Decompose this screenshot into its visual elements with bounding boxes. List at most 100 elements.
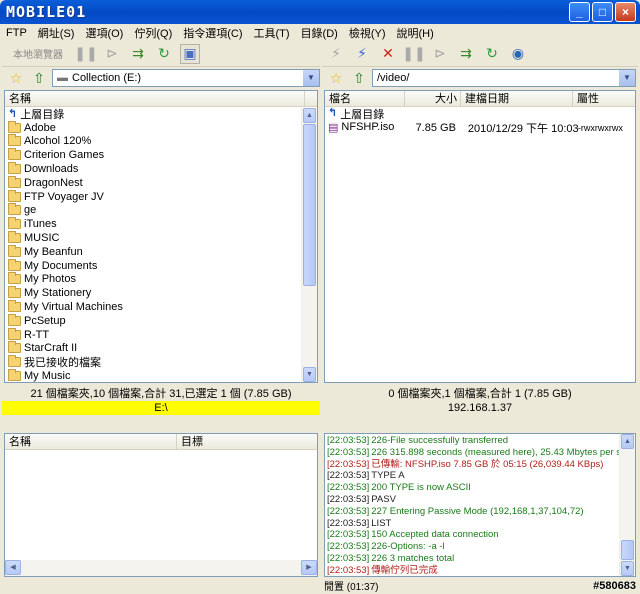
globe-icon[interactable]: ◉ <box>508 44 528 64</box>
chevron-down-icon[interactable]: ▼ <box>303 70 319 86</box>
folder-row[interactable]: My Photos <box>5 272 317 287</box>
menu-item[interactable]: 佇列(Q) <box>134 25 172 41</box>
folder-icon <box>8 258 21 271</box>
folder-row[interactable]: FTP Voyager JV <box>5 189 317 204</box>
scroll-right-arrow[interactable]: ▶ <box>301 560 317 575</box>
folder-row[interactable]: PcSetup <box>5 313 317 328</box>
skip-icon[interactable]: ⊳ <box>430 44 450 64</box>
skip-icon[interactable]: ⊳ <box>102 44 122 64</box>
remote-address-value: /video/ <box>377 72 410 84</box>
local-toolbar: 本地瀏覽器 ❚❚ ⊳ ⇉ ↻ ▣ <box>2 41 320 67</box>
log-message: 226 3 matches total <box>371 552 455 564</box>
transfer-icon[interactable]: ⇉ <box>128 44 148 64</box>
queue-column-target[interactable]: 目標 <box>177 434 317 450</box>
connect-icon[interactable]: ⚡ <box>326 44 346 64</box>
folder-row[interactable]: My Music <box>5 369 317 383</box>
folder-icon <box>8 148 21 161</box>
folder-row[interactable]: Criterion Games <box>5 148 317 162</box>
log-line: [22:03:53] 226-Options: -a -l <box>325 541 635 553</box>
folder-row[interactable]: Adobe <box>5 120 317 135</box>
favorite-star-icon[interactable]: ☆ <box>6 68 26 88</box>
menu-item[interactable]: 說明(H) <box>397 25 434 41</box>
queue-list[interactable]: 名稱 目標 ◀ ▶ <box>4 433 318 577</box>
scroll-down-arrow[interactable]: ▼ <box>303 367 316 382</box>
row-label: Adobe <box>24 121 56 134</box>
file-row[interactable]: ▤ NFSHP.iso 7.85 GB 2010/12/29 下午 10:03 -rwx… <box>325 121 635 135</box>
column-filename[interactable]: 檔名 <box>325 91 405 107</box>
remote-file-list[interactable]: 檔名 大小 建檔日期 屬性 ↰ 上層目錄 ▤ NFSHP.iso 7.85 GB 2010… <box>324 90 636 383</box>
folder-row[interactable]: iTunes <box>5 217 317 231</box>
folder-row[interactable]: 我已接收的檔案 <box>5 355 317 369</box>
row-label: R-TT <box>24 328 50 341</box>
file-date: 2010/12/29 下午 10:03 <box>467 122 579 135</box>
column-attr[interactable]: 屬性 <box>573 91 635 107</box>
local-address-value: Collection (E:) <box>72 72 142 84</box>
scroll-up-arrow[interactable]: ▲ <box>621 434 634 449</box>
local-file-list[interactable]: 名稱 ↰ 上層目錄 Adobe Alcohol 120% Criterion Games… <box>4 90 318 383</box>
queue-column-name[interactable]: 名稱 <box>5 434 177 450</box>
favorite-star-icon[interactable]: ☆ <box>326 68 346 88</box>
pause-icon[interactable]: ❚❚ <box>74 44 97 64</box>
row-label: My Music <box>24 370 71 383</box>
stop-icon[interactable]: ✕ <box>378 44 398 64</box>
folder-row[interactable]: My Documents <box>5 258 317 273</box>
local-address-combo[interactable]: ▬ Collection (E:) ▼ <box>52 69 320 87</box>
menu-item[interactable]: 檢視(Y) <box>349 25 386 41</box>
scroll-left-arrow[interactable]: ◀ <box>5 560 21 575</box>
refresh-icon[interactable]: ↻ <box>154 44 174 64</box>
folder-row[interactable]: ge <box>5 203 317 218</box>
folder-icon <box>8 134 21 147</box>
up-folder-icon[interactable]: ⇧ <box>29 68 49 88</box>
scroll-up-arrow[interactable]: ▲ <box>303 108 316 123</box>
sync-icon[interactable]: ▣ <box>180 43 200 64</box>
queue-hscroll[interactable]: ◀ ▶ <box>5 560 317 576</box>
log-time: [22:03:53] <box>327 541 370 553</box>
row-label: 上層目錄 <box>20 108 65 121</box>
folder-row[interactable]: DragonNest <box>5 175 317 190</box>
remote-address-combo[interactable]: /video/ ▼ <box>372 69 636 87</box>
transfer-icon[interactable]: ⇉ <box>456 44 476 64</box>
refresh-icon[interactable]: ↻ <box>482 44 502 64</box>
parent-dir-row[interactable]: ↰ 上層目錄 <box>5 107 317 121</box>
folder-icon <box>8 341 21 354</box>
column-name[interactable]: 名稱 <box>5 91 305 107</box>
row-label: ge <box>24 204 37 217</box>
menu-item[interactable]: 選項(O) <box>85 25 123 41</box>
menu-bar: FTP 網址(S) 選項(O) 佇列(Q) 指令選項(C) 工具(T) 目錄(D) 檢視(Y)… <box>2 24 638 41</box>
folder-icon <box>8 244 21 257</box>
local-browser-button[interactable]: 本地瀏覽器 <box>6 43 70 64</box>
folder-row[interactable]: Downloads <box>5 162 317 176</box>
scroll-thumb[interactable] <box>621 540 634 560</box>
pause-icon[interactable]: ❚❚ <box>402 44 425 64</box>
folder-row[interactable]: My Virtual Machines <box>5 300 317 314</box>
local-pane: 本地瀏覽器 ❚❚ ⊳ ⇉ ↻ ▣ ☆ ⇧ ▬ Collection (E:) ▼… <box>2 41 320 431</box>
folder-row[interactable]: Alcohol 120% <box>5 134 317 149</box>
remote-pane: ⚡ ⚡ ✕ ❚❚ ⊳ ⇉ ↻ ◉ ☆ ⇧ /video/ ▼ 檔名 大小 建檔日… <box>322 41 638 431</box>
chevron-down-icon[interactable]: ▼ <box>619 70 635 86</box>
column-size[interactable]: 大小 <box>405 91 461 107</box>
log-panel: [22:03:53] 226-File successfully transfer… <box>324 433 636 577</box>
folder-row[interactable]: My Stationery <box>5 286 317 300</box>
menu-item[interactable]: 網址(S) <box>38 25 75 41</box>
disconnect-icon[interactable]: ⚡ <box>352 44 372 64</box>
up-folder-icon[interactable]: ⇧ <box>349 68 369 88</box>
maximize-button[interactable]: □ <box>592 2 613 22</box>
menu-item[interactable]: 工具(T) <box>254 25 290 41</box>
scroll-thumb[interactable] <box>303 124 316 286</box>
menu-item[interactable]: 指令選項(C) <box>183 25 242 41</box>
menu-item[interactable]: FTP <box>6 27 27 39</box>
log-message: 226-File successfully transferred <box>371 435 509 446</box>
folder-row[interactable]: R-TT <box>5 327 317 342</box>
row-label: iTunes <box>24 218 57 231</box>
log-vscroll[interactable]: ▲ ▼ <box>619 434 635 576</box>
column-date[interactable]: 建檔日期 <box>461 91 573 107</box>
minimize-button[interactable]: _ <box>569 2 590 22</box>
local-vscroll[interactable]: ▲ ▼ <box>301 108 317 382</box>
folder-row[interactable]: MUSIC <box>5 231 317 245</box>
menu-item[interactable]: 目錄(D) <box>301 25 338 41</box>
close-button[interactable]: × <box>615 2 636 22</box>
scroll-down-arrow[interactable]: ▼ <box>621 561 634 576</box>
folder-row[interactable]: My Beanfun <box>5 244 317 259</box>
row-label: My Documents <box>24 259 98 272</box>
folder-icon <box>8 175 21 188</box>
